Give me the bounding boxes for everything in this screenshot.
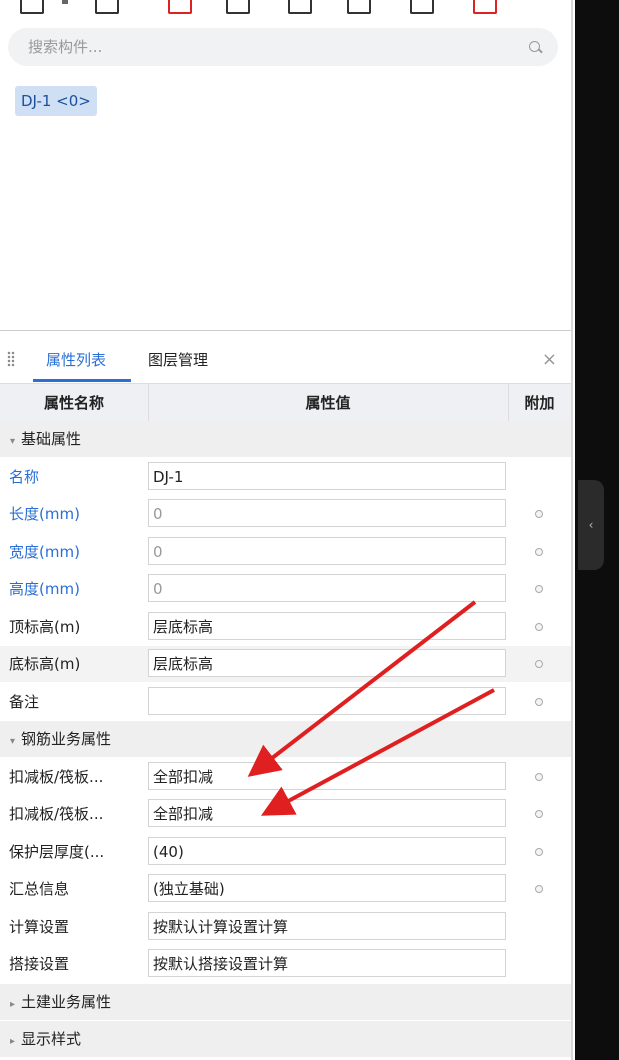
table-row[interactable]: 计算设置 按默认计算设置计算	[0, 909, 571, 945]
table-row[interactable]: 扣减板/筏板... 全部扣减	[0, 796, 571, 832]
property-name: 高度(mm)	[9, 580, 80, 598]
group-title: 土建业务属性	[21, 992, 112, 1011]
table-row[interactable]: 保护层厚度(... (40)	[0, 834, 571, 870]
component-item[interactable]: DJ-1 <0>	[15, 86, 97, 116]
collapsed-arrow-icon[interactable]: ▸	[10, 999, 15, 1010]
delete-icon[interactable]	[168, 0, 192, 14]
property-value-field[interactable]: 全部扣减	[148, 761, 506, 790]
tab-layer-management[interactable]: 图层管理	[148, 349, 208, 370]
property-name: 计算设置	[9, 917, 70, 936]
property-name: 宽度(mm)	[9, 542, 80, 561]
property-name: 保护层厚度(...	[9, 842, 105, 861]
property-value-field[interactable]: 按默认计算设置计算	[148, 911, 506, 940]
property-name: 底标高(m)	[9, 655, 81, 673]
active-tab-indicator	[33, 379, 131, 382]
extra-checkbox-icon[interactable]	[535, 772, 543, 781]
search-input[interactable]	[26, 37, 500, 57]
extra-checkbox-icon[interactable]	[535, 547, 543, 556]
extra-checkbox-icon[interactable]	[535, 847, 543, 856]
property-value-field[interactable]: 按默认搭接设置计算	[148, 949, 506, 977]
property-name: 备注	[9, 692, 40, 711]
extra-checkbox-icon[interactable]	[535, 697, 543, 706]
table-row[interactable]: 顶标高(m) 层底标高	[0, 609, 571, 645]
rename-icon[interactable]	[347, 0, 371, 14]
tab-bar: 属性列表 图层管理 ×	[0, 339, 571, 383]
tab-property-list[interactable]: 属性列表	[46, 349, 106, 370]
panel-border	[571, 0, 573, 1060]
group-label: ▸ 土建业务属性	[10, 984, 111, 1023]
property-value-field[interactable]	[148, 686, 506, 715]
table-row[interactable]: 底标高(m) 层底标高	[0, 646, 571, 682]
table-row[interactable]: 汇总信息 (独立基础)	[0, 871, 571, 907]
group-title: 显示样式	[21, 1030, 82, 1048]
property-value-field[interactable]: 0	[148, 499, 506, 527]
property-name: 顶标高(m)	[9, 617, 81, 636]
table-row[interactable]: 长度(mm) 0	[0, 496, 571, 532]
group-title: 钢筋业务属性	[21, 730, 112, 748]
property-name: 汇总信息	[9, 880, 70, 898]
table-header: 属性名称 属性值 附加	[0, 383, 571, 422]
property-name: 名称	[9, 467, 40, 486]
extra-checkbox-icon[interactable]	[535, 510, 543, 518]
close-icon[interactable]: ×	[542, 349, 557, 370]
property-name: 扣减板/筏板...	[9, 805, 104, 823]
group-label: ▾ 基础属性	[10, 421, 81, 460]
collapse-arrow-icon[interactable]: ‹	[578, 480, 604, 570]
property-value-field[interactable]: DJ-1	[148, 461, 506, 490]
property-value-field[interactable]: (40)	[148, 836, 506, 865]
layer-copy-icon[interactable]	[226, 0, 250, 14]
header-value: 属性值	[148, 384, 509, 422]
property-value-field[interactable]: 0	[148, 536, 506, 565]
header-extra: 附加	[524, 394, 555, 412]
divider	[0, 330, 571, 331]
search-icon[interactable]	[529, 41, 540, 52]
table-row[interactable]: 搭接设置 按默认搭接设置计算	[0, 946, 571, 982]
drag-handle-icon[interactable]	[7, 351, 15, 367]
group-label: ▸ 显示样式	[10, 1021, 81, 1060]
copy-icon[interactable]	[95, 0, 119, 14]
property-name: 长度(mm)	[9, 505, 80, 523]
list-icon[interactable]	[410, 0, 434, 14]
extra-checkbox-icon[interactable]	[535, 585, 543, 593]
component-toolbar	[0, 0, 571, 20]
extra-checkbox-icon[interactable]	[535, 810, 543, 818]
header-name: 属性名称	[0, 384, 149, 422]
group-row[interactable]: ▾ 钢筋业务属性	[0, 721, 571, 757]
extra-checkbox-icon[interactable]	[535, 885, 543, 893]
group-label: ▾ 钢筋业务属性	[10, 721, 111, 760]
group-row[interactable]: ▾ 基础属性	[0, 421, 571, 457]
property-value-field[interactable]: 层底标高	[148, 611, 506, 640]
table-row[interactable]: 名称 DJ-1	[0, 459, 571, 495]
collapsed-arrow-icon[interactable]: ▸	[10, 1036, 15, 1047]
property-value-field[interactable]: (独立基础)	[148, 874, 506, 902]
property-name: 搭接设置	[9, 955, 70, 973]
dropdown-caret-icon[interactable]	[62, 0, 68, 4]
group-row[interactable]: ▸ 显示样式	[0, 1021, 571, 1057]
group-row[interactable]: ▸ 土建业务属性	[0, 983, 571, 1023]
property-value-field[interactable]: 0	[148, 574, 506, 602]
search-box[interactable]	[8, 28, 558, 66]
new-icon[interactable]	[20, 0, 44, 14]
group-title: 基础属性	[21, 430, 82, 448]
property-value-field[interactable]: 全部扣减	[148, 799, 506, 827]
expand-arrow-icon[interactable]: ▾	[10, 736, 15, 747]
table-row[interactable]: 高度(mm) 0	[0, 571, 571, 607]
table-row[interactable]: 扣减板/筏板... 全部扣减	[0, 759, 571, 795]
property-name: 扣减板/筏板...	[9, 767, 104, 786]
table-row[interactable]: 宽度(mm) 0	[0, 534, 571, 570]
extra-checkbox-icon[interactable]	[535, 660, 543, 668]
report-icon[interactable]	[473, 0, 497, 14]
import-icon[interactable]	[288, 0, 312, 14]
table-row[interactable]: 备注	[0, 684, 571, 720]
extra-checkbox-icon[interactable]	[535, 622, 543, 631]
property-value-field[interactable]: 层底标高	[148, 649, 506, 677]
expand-arrow-icon[interactable]: ▾	[10, 436, 15, 447]
